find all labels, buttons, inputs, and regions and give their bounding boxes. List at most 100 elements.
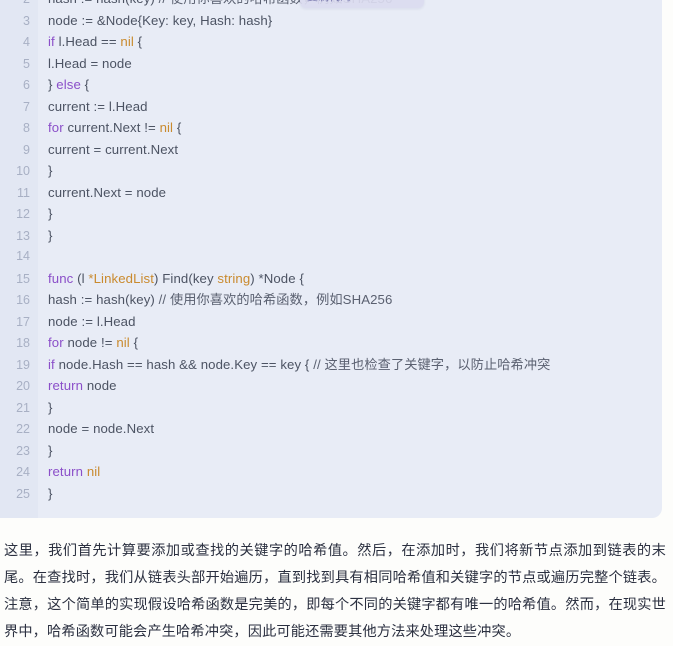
code-token: func (48, 270, 74, 286)
code-line-content: hash := hash(key) // 使用你喜欢的哈希函数，例如SHA256 (38, 289, 392, 311)
code-line: 24 return nil (0, 461, 662, 483)
code-token: node != (67, 335, 117, 350)
code-line-number: 5 (23, 56, 30, 71)
code-line-number: 21 (16, 400, 30, 415)
code-line-number: 6 (23, 78, 30, 92)
code-token: { (173, 120, 182, 135)
code-token: node (83, 378, 117, 393)
code-token: } (48, 442, 53, 458)
code-line: 3 node := &Node{Key: key, Hash: hash} (0, 10, 662, 32)
code-token: node := l.Head (48, 313, 136, 329)
code-line-number: 13 (16, 228, 30, 243)
code-line-number: 16 (16, 293, 30, 307)
code-line: 9 current = current.Next (0, 139, 662, 161)
code-line: 23} (0, 440, 662, 462)
code-token: nil (159, 120, 174, 135)
code-line-number: 19 (16, 357, 30, 372)
code-line-content: } (38, 397, 53, 419)
code-line-content: l.Head = node (38, 53, 132, 75)
code-line: 25} (0, 483, 662, 505)
code-token: for (48, 335, 68, 350)
code-token: { (133, 34, 143, 49)
code-line-number: 23 (16, 443, 30, 458)
code-token: l.Head = node (48, 55, 132, 71)
code-line-number: 4 (23, 35, 30, 49)
code-line-content: func (l *LinkedList) Find(key string) *N… (38, 268, 304, 290)
code-line-content: } (38, 203, 53, 225)
code-line-number: 12 (16, 207, 30, 221)
code-token: nil (116, 335, 130, 350)
code-line-content: } (38, 440, 53, 462)
copy-code-popup[interactable]: 复制代码 (300, 0, 424, 8)
code-line-content: node = node.Next (38, 418, 154, 440)
code-line-number: 24 (16, 465, 30, 479)
code-line-content: return nil (38, 461, 100, 483)
code-line-number: 25 (16, 486, 30, 501)
code-token: hash := hash(key) (48, 0, 159, 6)
code-line-number: 15 (16, 271, 30, 286)
code-block: 2 hash := hash(key) // 使用你喜欢的哈希函数，例如SHA25… (0, 0, 662, 518)
code-line: 15 func (l *LinkedList) Find(key string) … (0, 268, 662, 290)
code-line: 4 if l.Head == nil { (0, 31, 662, 53)
code-line-content: for current.Next != nil { (38, 117, 181, 139)
code-line-number: 2 (0, 0, 38, 11)
code-line-number: 8 (23, 121, 30, 135)
code-line: 8 for current.Next != nil { (0, 117, 662, 139)
code-line-content: } (38, 160, 53, 182)
code-line-number: 22 (16, 422, 30, 436)
code-line-content: } (38, 483, 53, 505)
code-line-content: } (38, 225, 53, 247)
code-line: 10} (0, 160, 662, 182)
code-line-content: for node != nil { (38, 332, 138, 354)
code-line-content: } else { (38, 74, 89, 96)
code-line-number: 17 (16, 314, 30, 329)
code-line: 12} (0, 203, 662, 225)
code-token: node.Hash == hash && node.Key == key { (58, 356, 314, 372)
code-line: 20 return node (0, 375, 662, 397)
code-line-content: node := l.Head (38, 311, 136, 333)
code-line-number: 7 (23, 99, 30, 114)
code-token: *LinkedList (88, 270, 155, 286)
code-token: // 这里也检查了关键字，以防止哈希冲突 (313, 356, 551, 372)
code-line-number: 14 (16, 249, 30, 263)
code-line: 14 (0, 246, 662, 268)
code-token: hash := hash(key) (48, 292, 159, 307)
code-line-content: current = current.Next (38, 139, 178, 161)
code-line: 16 hash := hash(key) // 使用你喜欢的哈希函数，例如SHA2… (0, 289, 662, 311)
code-line-content: node := &Node{Key: key, Hash: hash} (38, 10, 272, 32)
code-token: for (48, 120, 68, 135)
code-token: if (48, 356, 59, 372)
code-line-number: 3 (23, 13, 30, 28)
code-line: 5 l.Head = node (0, 53, 662, 75)
code-line: 18 for node != nil { (0, 332, 662, 354)
code-line: 11 current.Next = node (0, 182, 662, 204)
code-line-content: if l.Head == nil { (38, 31, 142, 53)
code-line: 19 if node.Hash == hash && node.Key == ke… (0, 354, 662, 376)
code-token: string (217, 270, 251, 286)
code-token: current.Next != (67, 120, 160, 135)
code-line: 21} (0, 397, 662, 419)
code-line: 17 node := l.Head (0, 311, 662, 333)
code-token: } (48, 206, 53, 221)
code-token: node = node.Next (48, 421, 155, 436)
code-token: current = current.Next (48, 141, 179, 157)
code-line-content: current := l.Head (38, 96, 148, 118)
code-token: { (129, 335, 139, 350)
code-line-number: 11 (17, 185, 30, 200)
code-token: if (48, 34, 59, 49)
code-token: (l (73, 270, 89, 286)
code-line: 13} (0, 225, 662, 247)
code-token: ) *Node { (250, 270, 304, 286)
code-line-content: current.Next = node (38, 182, 166, 204)
code-line-number: 18 (16, 336, 30, 350)
code-token: } (48, 163, 53, 178)
code-token: } (48, 399, 53, 415)
code-token: ) Find(key (154, 270, 218, 286)
code-line: 7 current := l.Head (0, 96, 662, 118)
code-token: // 使用你喜欢的哈希函数，例如SHA256 (158, 292, 393, 307)
code-line-content: return node (38, 375, 117, 397)
code-token: current.Next = node (48, 184, 167, 200)
code-line-number: 10 (16, 164, 30, 178)
code-token: else (56, 77, 81, 92)
code-line-list: 2 hash := hash(key) // 使用你喜欢的哈希函数，例如SHA25… (0, 0, 662, 518)
